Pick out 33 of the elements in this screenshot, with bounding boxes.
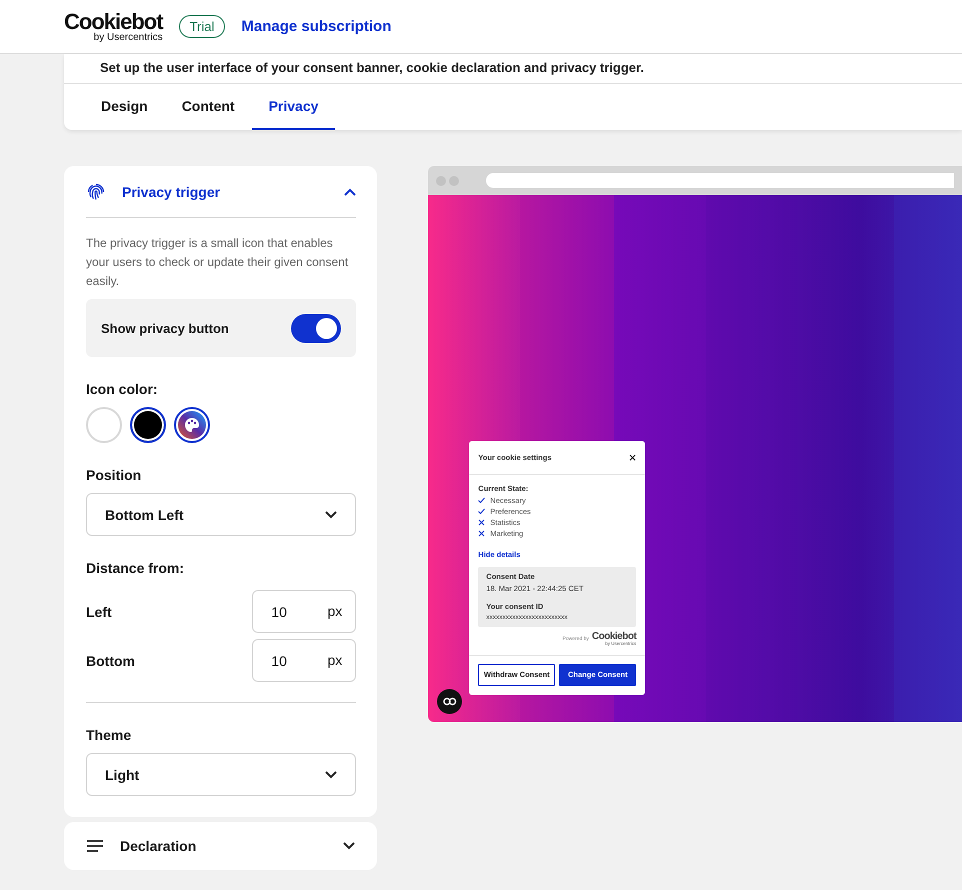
chevron-down-icon[interactable] bbox=[343, 842, 356, 850]
lines-icon bbox=[86, 839, 104, 853]
accordion-title[interactable]: Declaration bbox=[120, 838, 328, 854]
cookiebot-logo: Cookiebot by Usercentrics bbox=[64, 10, 163, 42]
palette-swatch[interactable] bbox=[174, 407, 210, 443]
fingerprint-icon bbox=[86, 182, 106, 202]
manage-subscription-link[interactable]: Manage subscription bbox=[241, 18, 392, 35]
theme-label: Theme bbox=[86, 727, 132, 743]
trial-badge: Trial bbox=[178, 15, 226, 38]
distance-field-label: Left bbox=[86, 604, 112, 620]
position-select[interactable]: Bottom Left bbox=[86, 493, 356, 536]
distance-label: Distance from: bbox=[86, 560, 186, 576]
description-text: The privacy trigger is a small icon that enables your users to check or update their given consent easily. bbox=[86, 235, 350, 290]
toggle-label: Show privacy button bbox=[101, 320, 229, 336]
privacy-trigger-icon[interactable] bbox=[437, 689, 462, 714]
position-label: Position bbox=[86, 467, 142, 483]
chevron-down-icon[interactable] bbox=[325, 510, 338, 518]
tab[interactable]: Privacy bbox=[252, 84, 336, 130]
theme-select[interactable]: Light bbox=[86, 753, 356, 796]
accordion-title[interactable]: Privacy trigger bbox=[122, 184, 328, 200]
chevron-up-icon[interactable] bbox=[344, 188, 356, 196]
close-button[interactable]: × bbox=[628, 451, 636, 464]
unit-label: px bbox=[328, 652, 342, 668]
tab[interactable]: Design bbox=[84, 84, 165, 130]
intro-text: Set up the user interface of your consent banner, cookie declaration and privacy trigger. bbox=[64, 54, 962, 84]
chevron-down-icon[interactable] bbox=[325, 770, 338, 778]
color-swatch[interactable] bbox=[130, 407, 166, 443]
distance-field-label: Bottom bbox=[86, 652, 135, 668]
tab[interactable]: Content bbox=[164, 84, 252, 130]
declaration-card[interactable]: Declaration bbox=[64, 822, 378, 870]
toggle-switch[interactable] bbox=[291, 314, 342, 342]
unit-label: px bbox=[328, 603, 342, 619]
icon-color-label: Icon color: bbox=[86, 381, 159, 397]
